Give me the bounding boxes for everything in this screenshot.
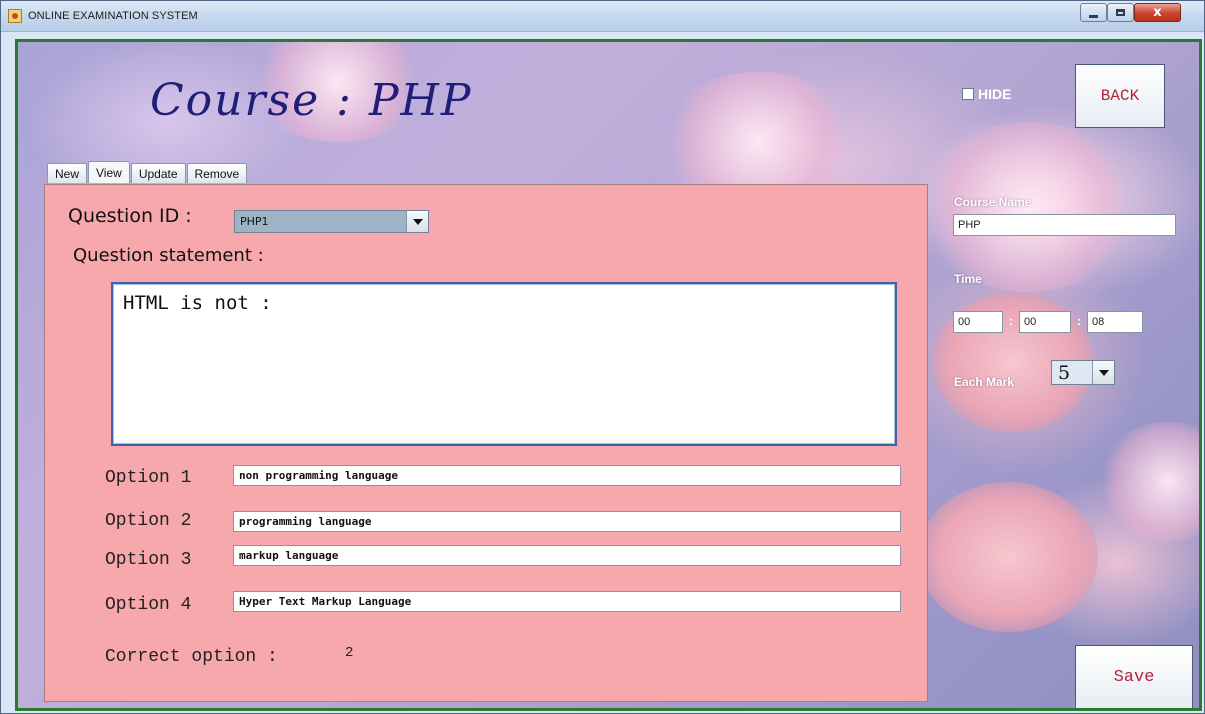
save-button[interactable]: Save: [1075, 645, 1193, 708]
chevron-down-icon: [1098, 369, 1109, 376]
question-id-dropdown[interactable]: PHP1: [234, 210, 429, 233]
close-button[interactable]: x: [1134, 3, 1181, 22]
course-name-label: Course Name: [954, 195, 1032, 209]
tab-update[interactable]: Update: [130, 163, 186, 183]
minimize-button[interactable]: [1080, 3, 1107, 22]
question-id-label: Question ID :: [68, 205, 192, 227]
time-separator: :: [1009, 314, 1013, 328]
each-mark-label: Each Mark: [954, 375, 1015, 389]
option-1-label: Option 1: [105, 468, 192, 488]
maximize-icon: [1116, 9, 1125, 16]
time-separator: :: [1077, 314, 1081, 328]
question-statement-textarea[interactable]: HTML is not :: [111, 282, 897, 446]
correct-option-label: Correct option :: [105, 647, 278, 667]
question-id-dropdown-arrow[interactable]: [406, 211, 428, 232]
hide-toggle[interactable]: HIDE: [962, 86, 1011, 102]
background-candle: [918, 482, 1098, 632]
option-2-label: Option 2: [105, 511, 192, 531]
hide-checkbox[interactable]: [962, 88, 974, 100]
java-app-icon: [8, 9, 22, 23]
time-minutes-field[interactable]: 00: [1019, 311, 1071, 333]
course-title: Course : PHP: [150, 75, 473, 126]
minimize-icon: [1089, 14, 1098, 18]
question-panel: Question ID : PHP1 Question statement : …: [44, 184, 928, 702]
question-id-value: PHP1: [240, 215, 269, 228]
option-3-label: Option 3: [105, 550, 192, 570]
tab-bar: New View Update Remove: [47, 161, 248, 183]
hide-label: HIDE: [978, 86, 1012, 102]
background-blossom: [1098, 422, 1199, 542]
back-button[interactable]: BACK: [1075, 64, 1165, 128]
correct-option-value: 2: [345, 645, 354, 661]
tab-view[interactable]: View: [88, 161, 130, 183]
each-mark-dropdown[interactable]: 5: [1051, 360, 1115, 385]
time-seconds-field[interactable]: 08: [1087, 311, 1143, 333]
each-mark-dropdown-arrow[interactable]: [1092, 361, 1114, 384]
app-window: ONLINE EXAMINATION SYSTEM x Course : PHP…: [0, 0, 1205, 714]
window-title: ONLINE EXAMINATION SYSTEM: [28, 10, 198, 22]
time-hours-field[interactable]: 00: [953, 311, 1003, 333]
time-label: Time: [954, 272, 982, 286]
option-2-field[interactable]: programming language: [233, 511, 901, 532]
option-4-field[interactable]: Hyper Text Markup Language: [233, 591, 901, 612]
option-1-field[interactable]: non programming language: [233, 465, 901, 486]
tab-new[interactable]: New: [47, 163, 88, 183]
each-mark-value: 5: [1058, 362, 1071, 384]
content-frame: Course : PHP New View Update Remove Ques…: [15, 39, 1202, 711]
option-3-field[interactable]: markup language: [233, 545, 901, 566]
maximize-button[interactable]: [1107, 3, 1134, 22]
course-name-field[interactable]: PHP: [953, 214, 1176, 236]
chevron-down-icon: [412, 218, 423, 225]
question-statement-text: HTML is not :: [123, 292, 272, 314]
tab-remove[interactable]: Remove: [186, 163, 248, 183]
option-4-label: Option 4: [105, 595, 192, 615]
close-icon: x: [1153, 5, 1162, 20]
question-statement-label: Question statement :: [73, 245, 264, 266]
title-bar[interactable]: ONLINE EXAMINATION SYSTEM x: [1, 1, 1204, 32]
